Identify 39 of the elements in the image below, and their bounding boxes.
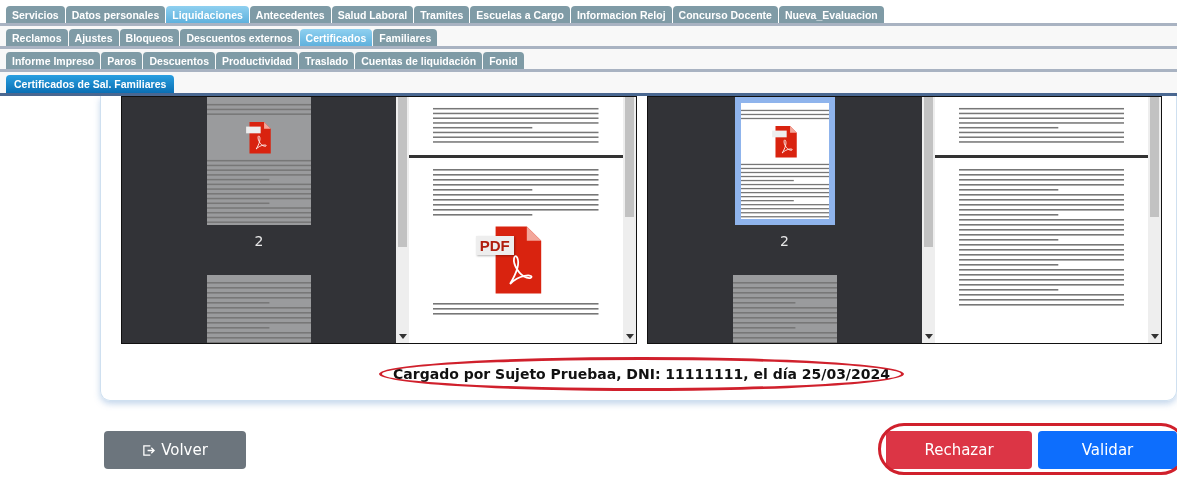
tab[interactable]: Certificados <box>299 29 373 46</box>
back-button[interactable]: Volver <box>104 431 246 469</box>
page-number: 2 <box>780 233 789 249</box>
scrollbar[interactable] <box>396 97 409 343</box>
reject-button[interactable]: Rechazar <box>886 431 1032 469</box>
pdf-label: PDF <box>475 236 514 255</box>
scrollbar[interactable] <box>1148 97 1161 343</box>
pdf-file-icon <box>245 121 273 155</box>
tab[interactable]: Liquidaciones <box>166 6 249 23</box>
tab[interactable]: Salud Laboral <box>331 6 414 23</box>
tab[interactable]: Fonid <box>483 52 524 69</box>
tab[interactable]: Informacion Reloj <box>570 6 672 23</box>
tab[interactable]: Bloqueos <box>119 29 180 46</box>
tab[interactable]: Descuentos externos <box>180 29 299 46</box>
pdf-file-icon <box>770 125 799 159</box>
tab[interactable]: Certificados de Sal. Familiares <box>6 75 175 93</box>
scrollbar[interactable] <box>921 97 935 343</box>
tab[interactable]: Informe Impreso <box>6 52 101 69</box>
tab[interactable]: Ajustes <box>68 29 119 46</box>
tab[interactable]: Antecedentes <box>249 6 331 23</box>
tab[interactable]: Productividad <box>216 52 298 69</box>
tab[interactable]: Servicios <box>6 6 65 23</box>
exit-icon <box>142 443 156 457</box>
tab[interactable]: Reclamos <box>6 29 68 46</box>
tab[interactable]: Concurso Docente <box>672 6 778 23</box>
page-thumbnail[interactable] <box>734 97 835 225</box>
tab[interactable]: Datos personales <box>65 6 166 23</box>
tab[interactable]: Escuelas a Cargo <box>470 6 570 23</box>
tab[interactable]: Nueva_Evaluacion <box>778 6 884 23</box>
upload-info-text: Cargado por Sujeto Pruebaa, DNI: 11111111, el día 25/03/2024 <box>393 366 890 382</box>
tab[interactable]: Paros <box>101 52 143 69</box>
tab[interactable]: Cuentas de liquidación <box>355 52 483 69</box>
tab[interactable]: Traslado <box>299 52 355 69</box>
validate-button[interactable]: Validar <box>1038 431 1177 469</box>
page-number: 2 <box>254 233 264 249</box>
tab[interactable]: Tramites <box>414 6 470 23</box>
page-thumbnail[interactable] <box>207 97 311 225</box>
tab[interactable]: Descuentos <box>143 52 215 69</box>
tab[interactable]: Familiares <box>373 29 438 46</box>
